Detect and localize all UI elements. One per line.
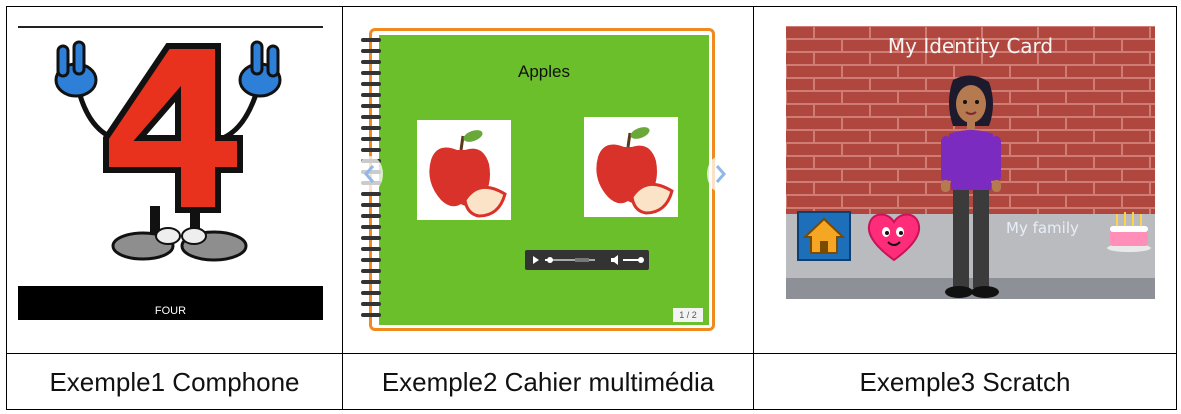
column-divider (753, 7, 754, 409)
spiral-ring (361, 71, 381, 75)
girl-character (941, 75, 1001, 298)
next-page-button[interactable] (707, 156, 733, 192)
audio-player[interactable] (525, 250, 649, 270)
apple-image (417, 120, 511, 220)
spiral-ring (361, 104, 381, 108)
previous-page-button[interactable] (357, 156, 383, 192)
caption-example1: Exemple1 Comphone (49, 366, 300, 397)
spiral-ring (361, 192, 381, 196)
spiral-ring (361, 280, 381, 284)
spiral-ring (361, 313, 381, 317)
number-four-icon (103, 43, 243, 213)
spiral-ring (361, 49, 381, 53)
caption-example2: Exemple2 Cahier multimédia (381, 366, 715, 397)
spiral-ring (361, 60, 381, 64)
right-sock (181, 227, 207, 245)
cahier-panel: Apples 1 / 2 (355, 28, 733, 333)
apple-image (584, 117, 678, 217)
home-button[interactable] (797, 211, 851, 261)
spiral-ring (361, 291, 381, 295)
birthday-cake-icon (1107, 212, 1151, 252)
word-label: FOUR (154, 305, 187, 317)
heart-button[interactable] (864, 208, 924, 264)
my-family-link[interactable]: My family (1006, 219, 1079, 237)
chevron-right-icon (715, 165, 726, 183)
birthday-cake-button[interactable] (1104, 204, 1154, 254)
spiral-ring (361, 214, 381, 218)
spiral-ring (361, 247, 381, 251)
spiral-ring (361, 258, 381, 262)
page-indicator: 1 / 2 (673, 308, 703, 322)
spiral-ring (361, 203, 381, 207)
spiral-ring (361, 225, 381, 229)
purple-shirt (949, 130, 993, 190)
spiral-ring (361, 82, 381, 86)
scratch-panel: My Identity Card My family (786, 26, 1155, 299)
label-bar: FOUR (18, 286, 323, 320)
spiral-ring (361, 302, 381, 306)
volume-icon (611, 255, 618, 265)
left-sock (155, 227, 181, 245)
spiral-ring (361, 126, 381, 130)
spiral-ring (361, 93, 381, 97)
audio-progress-knob (547, 257, 553, 263)
page-title: Apples (518, 62, 570, 81)
left-glove-icon (54, 40, 98, 98)
heart-icon (867, 213, 921, 262)
right-glove-icon (238, 40, 282, 98)
spiral-ring (361, 137, 381, 141)
caption-example3: Exemple3 Scratch (859, 366, 1071, 397)
comphone-panel: FOUR (18, 18, 323, 328)
number-four-character (54, 40, 282, 262)
card-title: My Identity Card (887, 34, 1054, 58)
spiral-ring (361, 269, 381, 273)
spiral-ring (361, 236, 381, 240)
play-icon (533, 256, 539, 264)
chevron-left-icon (364, 165, 375, 183)
spiral-ring (361, 38, 381, 42)
spiral-ring (361, 148, 381, 152)
column-divider (342, 7, 343, 409)
spiral-ring (361, 115, 381, 119)
